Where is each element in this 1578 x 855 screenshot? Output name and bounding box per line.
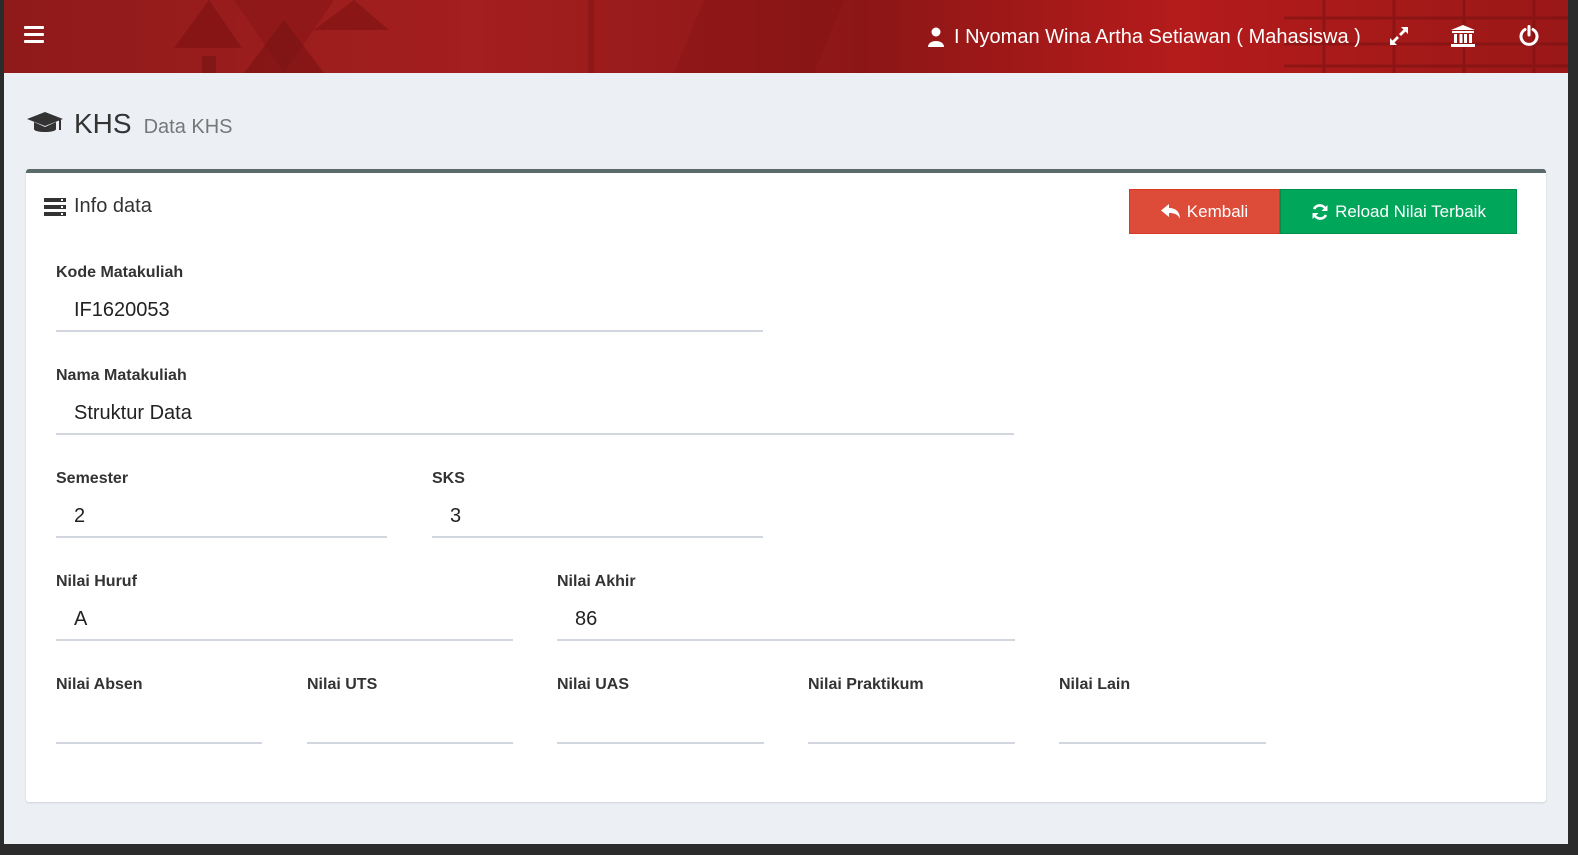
- info-box: Info data Kembali Reload Nilai Terbaik K…: [26, 169, 1546, 802]
- reload-button-label: Reload Nilai Terbaik: [1335, 201, 1486, 221]
- label-nilai-lain: Nilai Lain: [1059, 676, 1131, 693]
- label-nilai-uas: Nilai UAS: [557, 676, 630, 693]
- refresh-icon: [1312, 203, 1328, 220]
- field-nilai-lain: Nilai Lain: [1059, 676, 1266, 744]
- input-nilai-huruf[interactable]: A: [56, 599, 513, 641]
- page-header: KHS Data KHS: [26, 104, 233, 144]
- reload-best-grade-button[interactable]: Reload Nilai Terbaik: [1280, 189, 1517, 234]
- label-nilai-akhir: Nilai Akhir: [557, 573, 636, 590]
- input-semester[interactable]: 2: [56, 496, 387, 538]
- app-frame: I Nyoman Wina Artha Setiawan ( Mahasiswa…: [4, 0, 1568, 844]
- user-icon: [928, 27, 944, 47]
- input-nilai-absen[interactable]: [56, 702, 262, 744]
- label-sks: SKS: [432, 470, 465, 487]
- input-nilai-uas[interactable]: [557, 702, 764, 744]
- back-button-label: Kembali: [1186, 201, 1249, 221]
- field-semester: Semester 2: [56, 470, 387, 538]
- input-nilai-praktikum[interactable]: [808, 702, 1015, 744]
- user-name: I Nyoman Wina Artha Setiawan ( Mahasiswa…: [954, 25, 1361, 48]
- box-title: Info data: [44, 195, 152, 218]
- expand-icon[interactable]: [1386, 22, 1412, 50]
- label-kode-matakuliah: Kode Matakuliah: [56, 264, 184, 281]
- header-decoration: [174, 0, 389, 73]
- label-nilai-praktikum: Nilai Praktikum: [808, 676, 924, 693]
- server-icon: [44, 197, 66, 216]
- field-nilai-akhir: Nilai Akhir 86: [557, 573, 1015, 641]
- field-nilai-praktikum: Nilai Praktikum: [808, 676, 1015, 744]
- label-semester: Semester: [56, 470, 129, 487]
- user-menu[interactable]: I Nyoman Wina Artha Setiawan ( Mahasiswa…: [928, 23, 1361, 51]
- field-kode-matakuliah: Kode Matakuliah IF1620053: [56, 264, 763, 332]
- label-nama-matakuliah: Nama Matakuliah: [56, 367, 187, 384]
- input-nilai-lain[interactable]: [1059, 702, 1266, 744]
- label-nilai-uts: Nilai UTS: [307, 676, 378, 693]
- institution-icon[interactable]: [1450, 22, 1476, 50]
- field-nilai-absen: Nilai Absen: [56, 676, 262, 744]
- back-button[interactable]: Kembali: [1129, 189, 1280, 234]
- input-nilai-uts[interactable]: [307, 702, 513, 744]
- label-nilai-huruf: Nilai Huruf: [56, 573, 137, 590]
- field-nilai-huruf: Nilai Huruf A: [56, 573, 513, 641]
- field-nilai-uas: Nilai UAS: [557, 676, 764, 744]
- power-icon[interactable]: [1516, 22, 1542, 50]
- field-nama-matakuliah: Nama Matakuliah Struktur Data: [56, 367, 1014, 435]
- reply-icon: [1160, 203, 1180, 219]
- top-navbar: I Nyoman Wina Artha Setiawan ( Mahasiswa…: [4, 0, 1568, 73]
- header-decoration-slant: [674, 0, 844, 73]
- box-title-text: Info data: [74, 195, 152, 217]
- page-subtitle: Data KHS: [143, 115, 233, 138]
- input-kode-matakuliah[interactable]: IF1620053: [56, 290, 763, 332]
- graduation-cap-icon: [27, 112, 63, 132]
- page-title: KHS: [74, 108, 132, 139]
- input-nilai-akhir[interactable]: 86: [557, 599, 1015, 641]
- input-nama-matakuliah[interactable]: Struktur Data: [56, 393, 1014, 435]
- label-nilai-absen: Nilai Absen: [56, 676, 143, 693]
- header-decoration-line: [588, 0, 594, 73]
- input-sks[interactable]: 3: [432, 496, 763, 538]
- field-sks: SKS 3: [432, 470, 763, 538]
- field-nilai-uts: Nilai UTS: [307, 676, 513, 744]
- menu-icon[interactable]: [24, 26, 44, 44]
- bottom-edge: [0, 844, 1578, 855]
